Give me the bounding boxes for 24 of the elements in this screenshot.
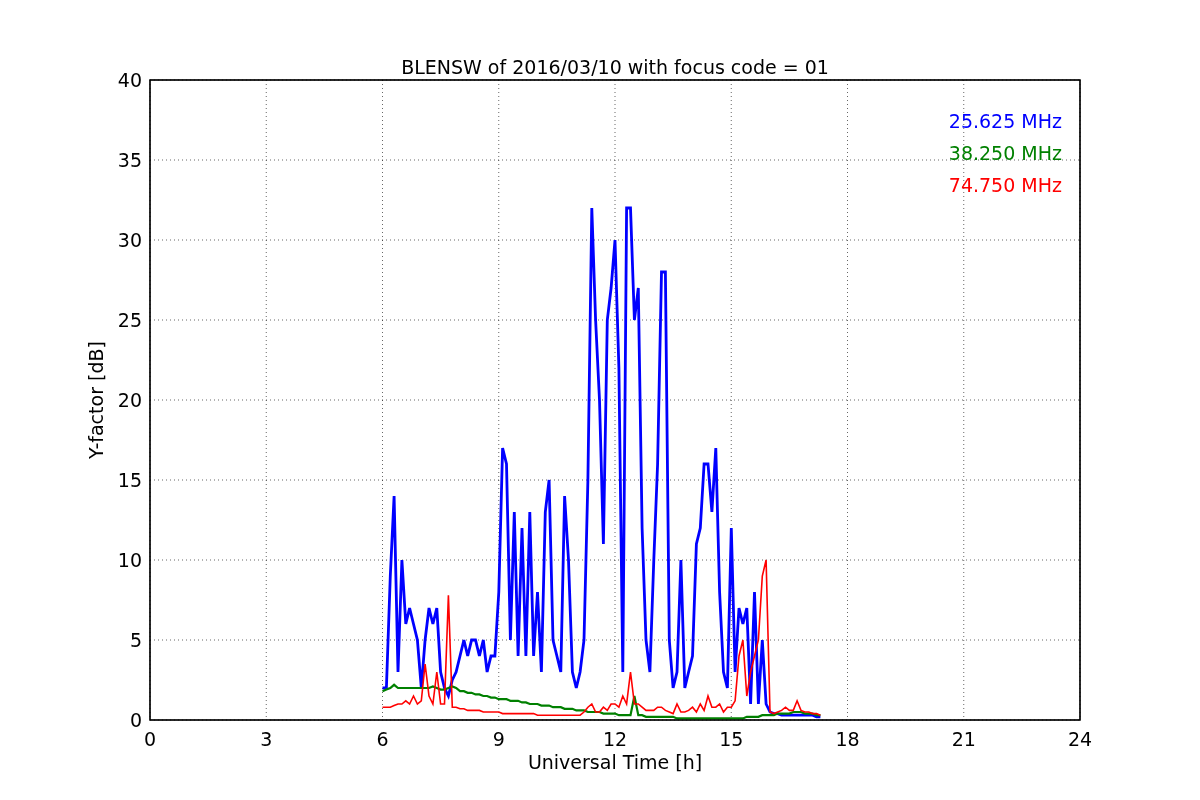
chart-title: BLENSW of 2016/03/10 with focus code = 01 xyxy=(401,56,829,78)
y-tick-label: 25 xyxy=(117,309,142,331)
legend-label: 25.625 MHz xyxy=(948,110,1062,132)
y-tick-label: 30 xyxy=(117,229,142,251)
x-tick-label: 9 xyxy=(492,728,505,750)
legend-label: 74.750 MHz xyxy=(948,174,1062,196)
x-tick-label: 6 xyxy=(376,728,389,750)
x-tick-label: 18 xyxy=(835,728,860,750)
y-tick-label: 0 xyxy=(129,709,142,731)
y-tick-label: 40 xyxy=(117,69,142,91)
x-tick-label: 24 xyxy=(1067,728,1093,750)
x-tick-label: 21 xyxy=(951,728,976,750)
x-axis-label: Universal Time [h] xyxy=(527,751,703,773)
x-tick-label: 15 xyxy=(719,728,744,750)
y-tick-label: 10 xyxy=(117,549,142,571)
y-tick-label: 35 xyxy=(117,149,142,171)
x-tick-label: 3 xyxy=(260,728,273,750)
y-tick-label: 5 xyxy=(129,629,142,651)
x-tick-label: 0 xyxy=(143,728,157,750)
x-tick-label: 12 xyxy=(602,728,628,750)
y-tick-label: 15 xyxy=(117,469,142,491)
legend-label: 38.250 MHz xyxy=(948,142,1062,164)
y-axis-label: Y-factor [dB] xyxy=(85,341,107,459)
y-tick-label: 20 xyxy=(117,389,142,411)
